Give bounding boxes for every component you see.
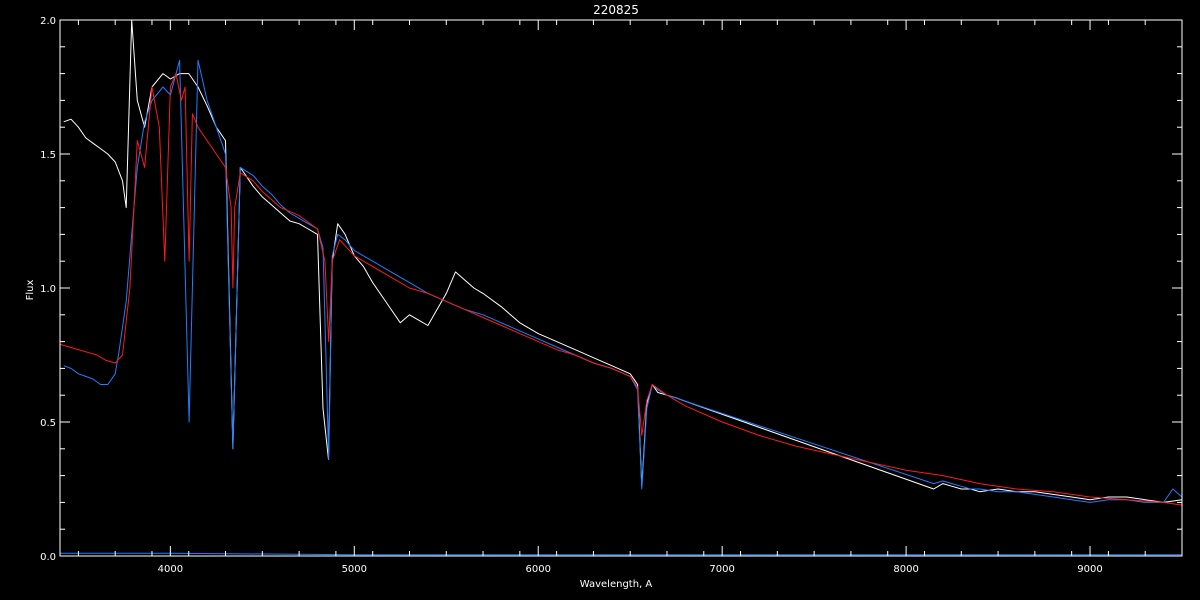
y-tick-label: 1.0 <box>40 284 56 295</box>
spectrum-chart: 220825 4000 5000 6000 7000 8000 9000 0.0 0.5 1.0… <box>0 0 1200 600</box>
y-axis-label: Flux <box>25 280 36 301</box>
x-tick-label: 5000 <box>342 564 367 575</box>
chart-title: 220825 <box>593 3 639 17</box>
y-tick-label: 0.0 <box>40 552 56 563</box>
x-tick-label: 8000 <box>893 564 918 575</box>
y-tick-label: 1.5 <box>40 150 56 161</box>
x-tick-label: 9000 <box>1077 564 1102 575</box>
y-tick-label: 0.5 <box>40 418 56 429</box>
x-tick-label: 4000 <box>158 564 183 575</box>
y-tick-label: 2.0 <box>40 16 56 27</box>
x-tick-label: 6000 <box>526 564 551 575</box>
x-axis-label: Wavelength, A <box>580 579 653 590</box>
x-tick-label: 7000 <box>709 564 734 575</box>
